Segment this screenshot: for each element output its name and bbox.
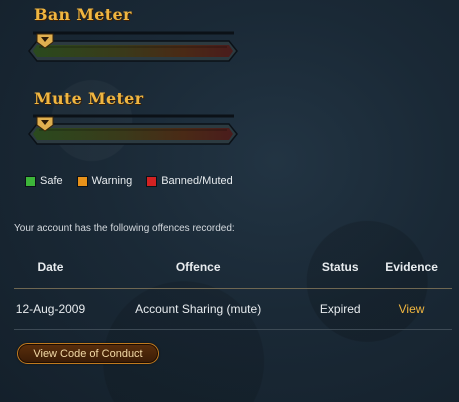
cell-date: 12-Aug-2009	[14, 288, 87, 330]
legend-swatch-safe	[25, 175, 36, 187]
table-row: 12-Aug-2009 Account Sharing (mute) Expir…	[14, 288, 452, 330]
column-header-date: Date	[14, 257, 87, 289]
legend-swatch-warning	[76, 175, 88, 187]
legend-item-warning: Warning	[76, 175, 133, 187]
ban-meter	[27, 31, 239, 65]
legend-item-safe: Safe	[25, 175, 63, 187]
legend-label: Banned/Muted	[161, 175, 233, 187]
legend-label: Safe	[40, 175, 63, 187]
cell-evidence: View	[371, 288, 452, 330]
mute-meter-title: Mute Meter	[34, 89, 144, 108]
legend-item-banned: Banned/Muted	[146, 175, 233, 187]
column-header-offence: Offence	[86, 257, 310, 289]
view-code-of-conduct-button[interactable]: View Code of Conduct	[17, 343, 159, 364]
column-header-evidence: Evidence	[371, 257, 452, 289]
cell-status: Expired	[309, 288, 372, 330]
ban-meter-title: Ban Meter	[34, 5, 132, 24]
cell-offence: Account Sharing (mute)	[86, 288, 310, 330]
legend-label: Warning	[91, 175, 133, 187]
legend-swatch-banned	[146, 175, 158, 187]
column-header-status: Status	[309, 257, 372, 289]
table-header-row: Date Offence Status Evidence	[14, 257, 452, 289]
offences-intro-text: Your account has the following offences …	[14, 223, 235, 234]
offences-table: Date Offence Status Evidence 12-Aug-2009…	[14, 257, 452, 330]
mute-meter	[27, 114, 239, 148]
meter-legend: Safe Warning Banned/Muted	[25, 175, 247, 187]
view-evidence-link[interactable]: View	[399, 302, 425, 316]
